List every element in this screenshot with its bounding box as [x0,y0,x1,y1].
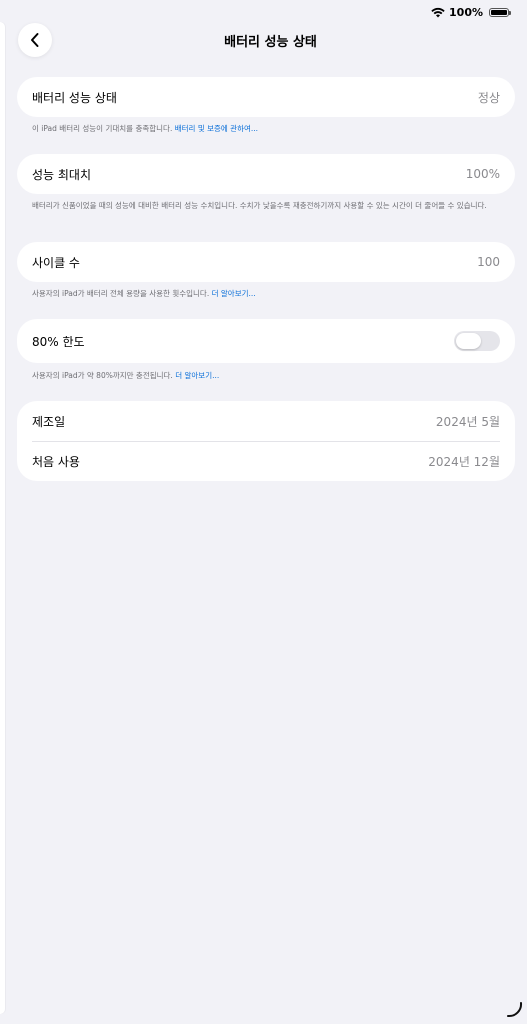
battery-health-label: 배터리 성능 상태 [32,90,117,105]
first-use-label: 처음 사용 [32,455,80,469]
max-capacity-value: 100% [465,167,500,181]
cycle-count-value: 100 [477,255,500,269]
limit-80-learn-more-link[interactable]: 더 알아보기... [175,371,219,380]
max-capacity-card: 성능 최대치 100% [17,154,515,194]
max-capacity-row: 성능 최대치 100% [17,154,515,194]
limit-80-note: 사용자의 iPad가 약 80%까지만 충전됩니다. 더 알아보기... [32,370,502,381]
max-capacity-label: 성능 최대치 [32,167,92,182]
battery-health-row: 배터리 성능 상태 정상 [17,77,515,117]
page-title: 배터리 성능 상태 [224,35,317,50]
sidebar-edge [0,22,5,1014]
first-use-row: 처음 사용 2024년 12월 [17,442,515,481]
cycle-count-learn-more-link[interactable]: 더 알아보기... [212,289,256,298]
battery-icon [489,7,511,17]
wifi-icon [431,7,445,17]
limit-80-toggle[interactable] [454,331,500,351]
limit-80-note-text: 사용자의 iPad가 약 80%까지만 충전됩니다. [32,371,173,380]
battery-warranty-link[interactable]: 배터리 및 보증에 관하여... [175,124,258,133]
cycle-count-note: 사용자의 iPad가 배터리 전체 용량을 사용한 횟수입니다. 더 알아보기.… [32,288,502,299]
battery-health-note-text: 이 iPad 배터리 성능이 기대치를 충족합니다. [32,124,173,133]
limit-80-row: 80% 한도 [17,319,515,363]
cycle-count-note-text: 사용자의 iPad가 배터리 전체 용량을 사용한 횟수입니다. [32,289,210,298]
manufacture-date-label: 제조일 [32,414,66,429]
battery-health-note: 이 iPad 배터리 성능이 기대치를 충족합니다. 배터리 및 보증에 관하여… [32,123,502,134]
manufacture-date-row: 제조일 2024년 5월 [17,401,515,441]
resize-handle-icon[interactable] [505,1000,523,1018]
dates-card: 제조일 2024년 5월 처음 사용 2024년 12월 [17,401,515,481]
cycle-count-card: 사이클 수 100 [17,242,515,282]
max-capacity-note: 배터리가 신품이었을 때의 성능에 대비한 배터리 성능 수치입니다. 수치가 … [32,201,487,210]
toggle-knob [456,333,481,349]
limit-80-label: 80% 한도 [32,334,85,349]
cycle-count-label: 사이클 수 [32,255,80,270]
limit-80-card: 80% 한도 [17,319,515,363]
cycle-count-row: 사이클 수 100 [17,242,515,282]
battery-health-value: 정상 [477,90,500,105]
battery-health-card: 배터리 성능 상태 정상 [17,77,515,117]
manufacture-date-value: 2024년 5월 [435,414,500,429]
battery-percent: 100% [449,5,483,19]
status-bar: 100% [431,4,511,20]
first-use-value: 2024년 12월 [428,455,500,469]
